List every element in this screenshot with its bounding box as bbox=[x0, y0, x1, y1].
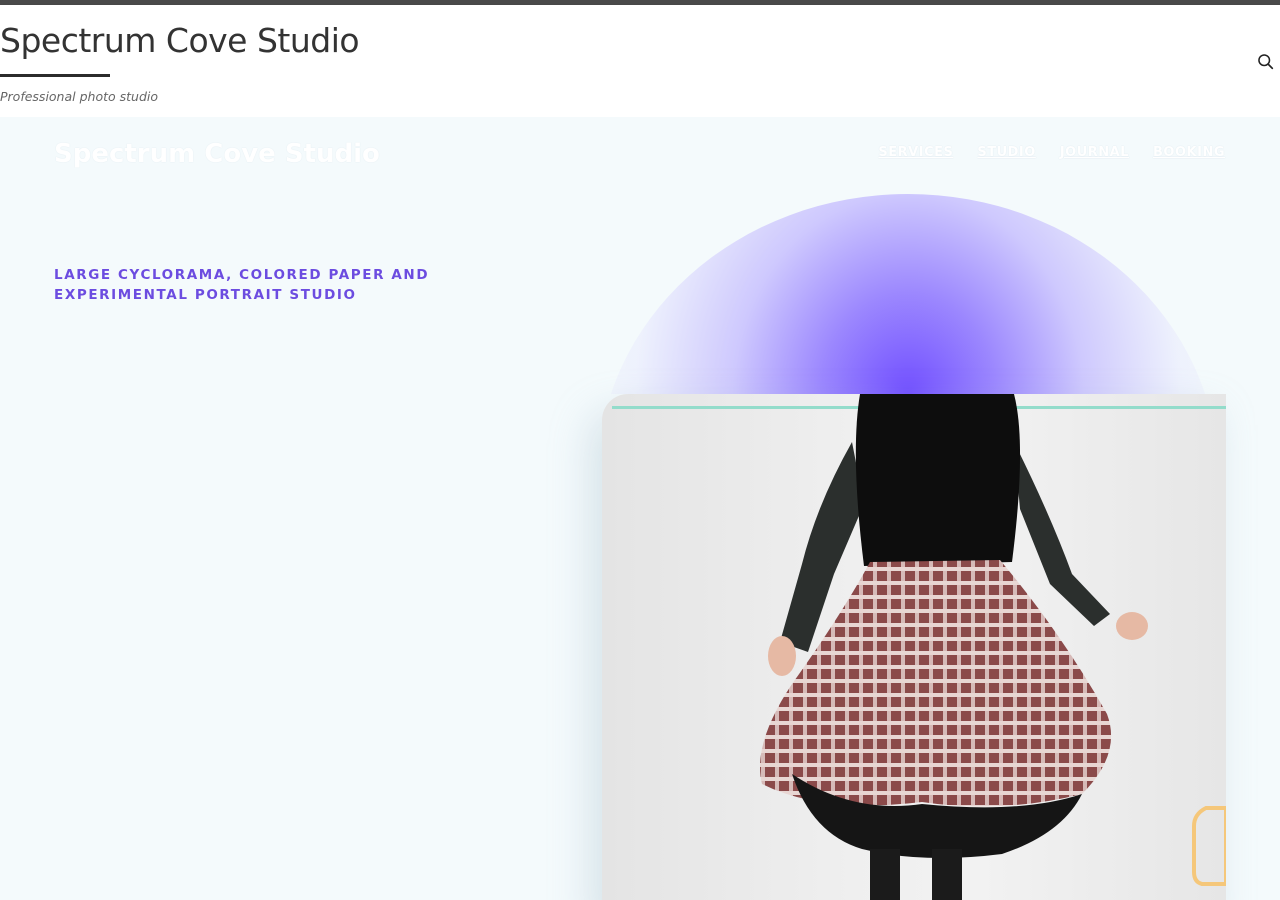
nav-link-studio[interactable]: STUDIO bbox=[977, 145, 1035, 160]
nav-link-booking[interactable]: BOOKING bbox=[1153, 145, 1225, 160]
right-leg bbox=[932, 849, 962, 900]
site-title[interactable]: Spectrum Cove Studio bbox=[0, 21, 360, 60]
site-header: Spectrum Cove Studio Professional photo … bbox=[0, 5, 1280, 117]
hero-section: Spectrum Cove Studio SERVICES STUDIO JOU… bbox=[0, 117, 1280, 900]
bottle-prop bbox=[1192, 806, 1226, 886]
hero-photo bbox=[602, 394, 1226, 900]
nav-link-journal[interactable]: JOURNAL bbox=[1060, 145, 1129, 160]
search-button[interactable] bbox=[1250, 51, 1280, 75]
purple-glow bbox=[598, 194, 1218, 394]
search-icon bbox=[1257, 54, 1274, 73]
black-top bbox=[855, 394, 1021, 566]
site-tagline: Professional photo studio bbox=[0, 89, 159, 104]
left-hand bbox=[768, 636, 796, 676]
left-leg bbox=[870, 849, 900, 900]
hero-nav: SERVICES STUDIO JOURNAL BOOKING bbox=[878, 145, 1225, 160]
photo-illustration bbox=[612, 394, 1226, 900]
hero-kicker: LARGE CYCLORAMA, COLORED PAPER AND EXPER… bbox=[54, 267, 430, 303]
right-hand bbox=[1116, 612, 1148, 640]
title-underline bbox=[0, 74, 110, 77]
nav-link-services[interactable]: SERVICES bbox=[878, 145, 953, 160]
hero-brand-link[interactable]: Spectrum Cove Studio bbox=[54, 139, 380, 169]
